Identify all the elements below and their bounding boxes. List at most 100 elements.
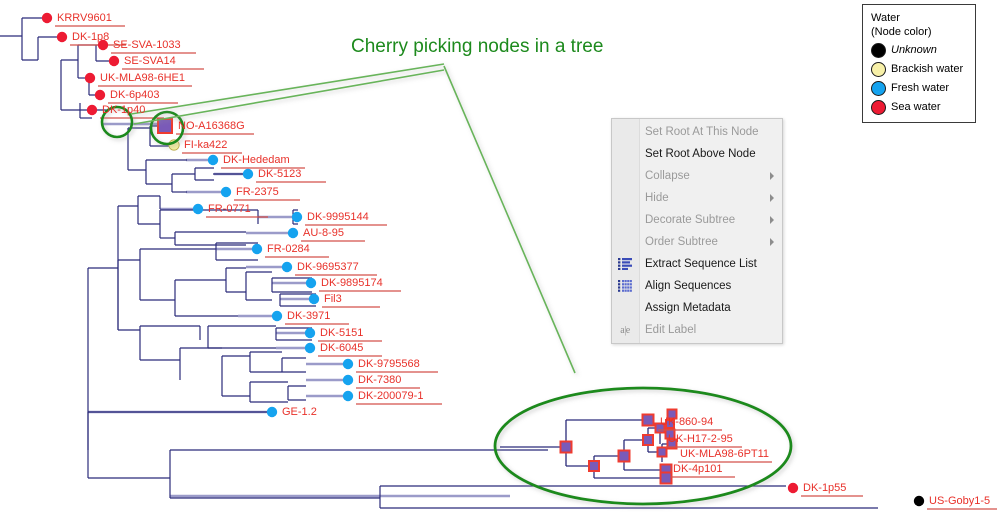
- context-menu-item-label: Align Sequences: [645, 280, 732, 292]
- tree-node-dot[interactable]: [56, 31, 68, 43]
- tree-node-dot[interactable]: [342, 390, 354, 402]
- tree-node-dot[interactable]: [86, 104, 98, 116]
- grid-icon: [616, 278, 634, 294]
- tree-node-dot[interactable]: [787, 482, 799, 494]
- context-menu-item[interactable]: Assign Metadata: [612, 297, 782, 319]
- context-menu-item: Collapse: [612, 165, 782, 187]
- tip-label[interactable]: SE-SVA-1033: [113, 40, 181, 51]
- legend-item: Sea water: [871, 99, 967, 115]
- context-menu-item: Decorate Subtree: [612, 209, 782, 231]
- tree-node-dot[interactable]: [304, 327, 316, 339]
- phylogenetic-tree-viewer: Cherry picking nodes in a tree KRRV9601 D…: [0, 0, 997, 514]
- magnified-node-selected[interactable]: [656, 446, 668, 458]
- tip-label[interactable]: DK-Hededam: [223, 155, 290, 166]
- submenu-arrow-icon: [770, 216, 774, 224]
- tip-label[interactable]: NO-A16368G: [178, 121, 245, 132]
- tree-node-dot[interactable]: [281, 261, 293, 273]
- context-menu-item[interactable]: Set Root Above Node: [612, 143, 782, 165]
- tip-label[interactable]: DK-6p403: [110, 90, 160, 101]
- tree-node-dot[interactable]: [251, 243, 263, 255]
- tree-node-dot[interactable]: [84, 72, 96, 84]
- magnified-node-selected[interactable]: [617, 449, 631, 463]
- context-menu-item-label: Set Root Above Node: [645, 148, 756, 160]
- tip-label[interactable]: DK-5151: [320, 328, 363, 339]
- context-menu-item: a|e Edit Label: [612, 319, 782, 341]
- tree-node-dot[interactable]: [304, 342, 316, 354]
- tip-label[interactable]: DK-9795568: [358, 359, 420, 370]
- magnified-node-selected[interactable]: [641, 413, 655, 427]
- tree-node-dot[interactable]: [192, 203, 204, 215]
- tip-label[interactable]: DK-7380: [358, 375, 401, 386]
- context-menu-item-label: Order Subtree: [645, 236, 718, 248]
- tree-node-dot[interactable]: [342, 358, 354, 370]
- context-menu-item-label: Edit Label: [645, 324, 697, 336]
- tree-node-dot[interactable]: [913, 495, 925, 507]
- list-icon: [616, 256, 634, 272]
- magnified-tip-label[interactable]: UK-H17-2-95: [668, 434, 733, 445]
- context-menu-items: Set Root At This Node Set Root Above Node…: [612, 121, 782, 341]
- magnified-tip-label[interactable]: DK-4p101: [673, 464, 723, 475]
- tree-node-dot[interactable]: [342, 374, 354, 386]
- context-menu-item: Hide: [612, 187, 782, 209]
- tip-label[interactable]: GE-1.2: [282, 407, 317, 418]
- tip-label[interactable]: FI-ka422: [184, 140, 227, 151]
- tree-node-dot[interactable]: [220, 186, 232, 198]
- tip-label[interactable]: FR-0771: [208, 204, 251, 215]
- context-menu-item-label: Hide: [645, 192, 669, 204]
- tip-label[interactable]: Fil3: [324, 294, 342, 305]
- legend-panel: Water (Node color) Unknown Brackish water…: [862, 4, 976, 123]
- tip-label[interactable]: DK-6045: [320, 343, 363, 354]
- legend-item: Brackish water: [871, 61, 967, 77]
- magnified-tip-label[interactable]: UK-860-94: [660, 417, 713, 428]
- magnified-node-selected[interactable]: [659, 471, 673, 485]
- tree-node-dot[interactable]: [266, 406, 278, 418]
- tree-node-dot[interactable]: [207, 154, 219, 166]
- tip-label[interactable]: DK-5123: [258, 169, 301, 180]
- context-menu-item[interactable]: Extract Sequence List: [612, 253, 782, 275]
- legend-items: Unknown Brackish water Fresh water Sea wate…: [871, 42, 967, 115]
- tree-node-dot[interactable]: [271, 310, 283, 322]
- tip-label[interactable]: SE-SVA14: [124, 56, 176, 67]
- tip-label[interactable]: FR-0284: [267, 244, 310, 255]
- legend-item: Fresh water: [871, 80, 967, 96]
- legend-swatch-icon: [871, 99, 886, 115]
- magnified-node-selected[interactable]: [588, 460, 600, 472]
- tree-node-dot[interactable]: [108, 55, 120, 67]
- tip-label[interactable]: DK-9695377: [297, 262, 359, 273]
- node-context-menu[interactable]: Set Root At This Node Set Root Above Node…: [611, 118, 783, 344]
- tree-node-dot[interactable]: [305, 277, 317, 289]
- magnified-node-selected[interactable]: [559, 440, 573, 454]
- tip-label[interactable]: DK-9895174: [321, 278, 383, 289]
- tree-node-dot[interactable]: [308, 293, 320, 305]
- tip-label[interactable]: DK-3971: [287, 311, 330, 322]
- menu-item-no-icon: [616, 300, 634, 316]
- tree-tip-nodes[interactable]: [41, 12, 997, 510]
- legend-item-label: Unknown: [891, 44, 937, 56]
- tip-label[interactable]: DK-200079-1: [358, 391, 423, 402]
- tip-label[interactable]: AU-8-95: [303, 228, 344, 239]
- tree-node-selected[interactable]: [157, 118, 173, 134]
- submenu-arrow-icon: [770, 194, 774, 202]
- tip-label[interactable]: DK-1p40: [102, 105, 145, 116]
- menu-item-no-icon: [616, 234, 634, 250]
- tip-label[interactable]: DK-9995144: [307, 212, 369, 223]
- tip-label[interactable]: KRRV9601: [57, 13, 112, 24]
- tree-node-dot[interactable]: [242, 168, 254, 180]
- tree-node-dot[interactable]: [94, 89, 106, 101]
- context-menu-item-label: Assign Metadata: [645, 302, 731, 314]
- legend-item: Unknown: [871, 42, 967, 58]
- tip-label[interactable]: DK-1p8: [72, 32, 109, 43]
- tree-node-dot[interactable]: [291, 211, 303, 223]
- tip-label[interactable]: DK-1p55: [803, 483, 846, 494]
- tip-label[interactable]: FR-2375: [236, 187, 279, 198]
- tip-label[interactable]: US-Goby1-5: [929, 496, 990, 507]
- magnified-node-selected[interactable]: [642, 434, 654, 446]
- context-menu-item-label: Decorate Subtree: [645, 214, 736, 226]
- tree-node-dot[interactable]: [287, 227, 299, 239]
- tree-node-dot[interactable]: [41, 12, 53, 24]
- legend-item-label: Brackish water: [891, 63, 964, 75]
- context-menu-item[interactable]: Align Sequences: [612, 275, 782, 297]
- menu-item-no-icon: [616, 190, 634, 206]
- magnified-tip-label[interactable]: UK-MLA98-6PT11: [680, 449, 769, 460]
- tip-label[interactable]: UK-MLA98-6HE1: [100, 73, 185, 84]
